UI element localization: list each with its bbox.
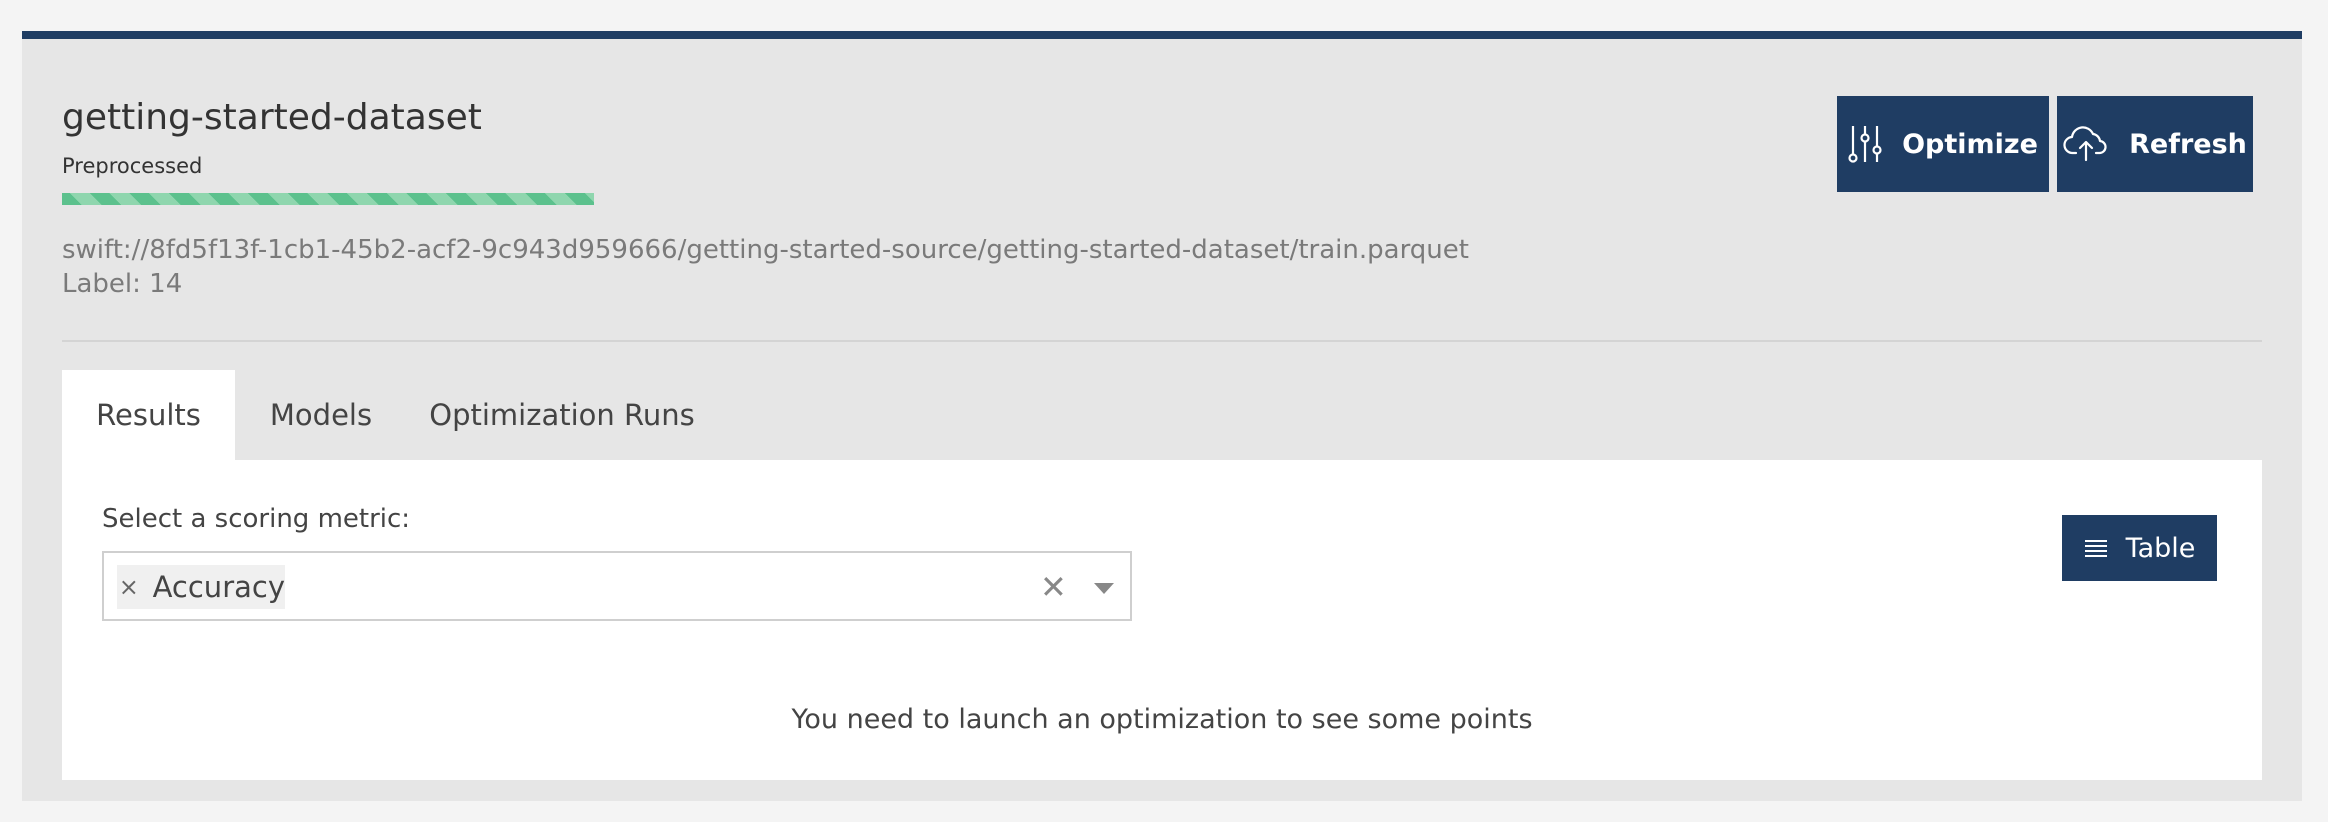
refresh-label: Refresh	[2129, 128, 2247, 160]
dataset-path: swift://8fd5f13f-1cb1-45b2-acf2-9c943d95…	[62, 235, 1469, 265]
optimize-button[interactable]: Optimize	[1837, 96, 2049, 192]
dataset-title: getting-started-dataset	[62, 97, 482, 138]
optimize-label: Optimize	[1902, 128, 2038, 160]
preprocess-progress-bar	[62, 193, 594, 205]
remove-chip-icon[interactable]: ×	[117, 573, 141, 601]
header-divider	[62, 340, 2262, 342]
scoring-metric-select[interactable]: × Accuracy ✕	[102, 551, 1132, 621]
table-label: Table	[2125, 532, 2196, 564]
refresh-button[interactable]: Refresh	[2057, 96, 2253, 192]
dataset-card: getting-started-dataset Preprocessed swi…	[22, 31, 2302, 801]
tab-results[interactable]: Results	[62, 370, 235, 460]
results-panel: Select a scoring metric: × Accuracy ✕ Ta…	[62, 460, 2262, 780]
scoring-metric-label: Select a scoring metric:	[102, 504, 411, 534]
table-button[interactable]: Table	[2062, 515, 2217, 581]
tab-models[interactable]: Models	[235, 370, 407, 460]
selected-metric-chip: × Accuracy	[117, 565, 285, 609]
list-icon	[2084, 540, 2107, 557]
clear-selection-icon[interactable]: ✕	[1040, 565, 1067, 609]
dataset-label: Label: 14	[62, 269, 183, 299]
selected-metric-text: Accuracy	[152, 570, 285, 604]
chevron-down-icon[interactable]	[1094, 583, 1114, 594]
cloud-upload-icon	[2063, 126, 2107, 162]
dataset-status: Preprocessed	[62, 154, 203, 178]
sliders-icon	[1848, 126, 1882, 163]
tab-optimization-runs[interactable]: Optimization Runs	[407, 370, 717, 460]
empty-results-message: You need to launch an optimization to se…	[791, 704, 1533, 735]
